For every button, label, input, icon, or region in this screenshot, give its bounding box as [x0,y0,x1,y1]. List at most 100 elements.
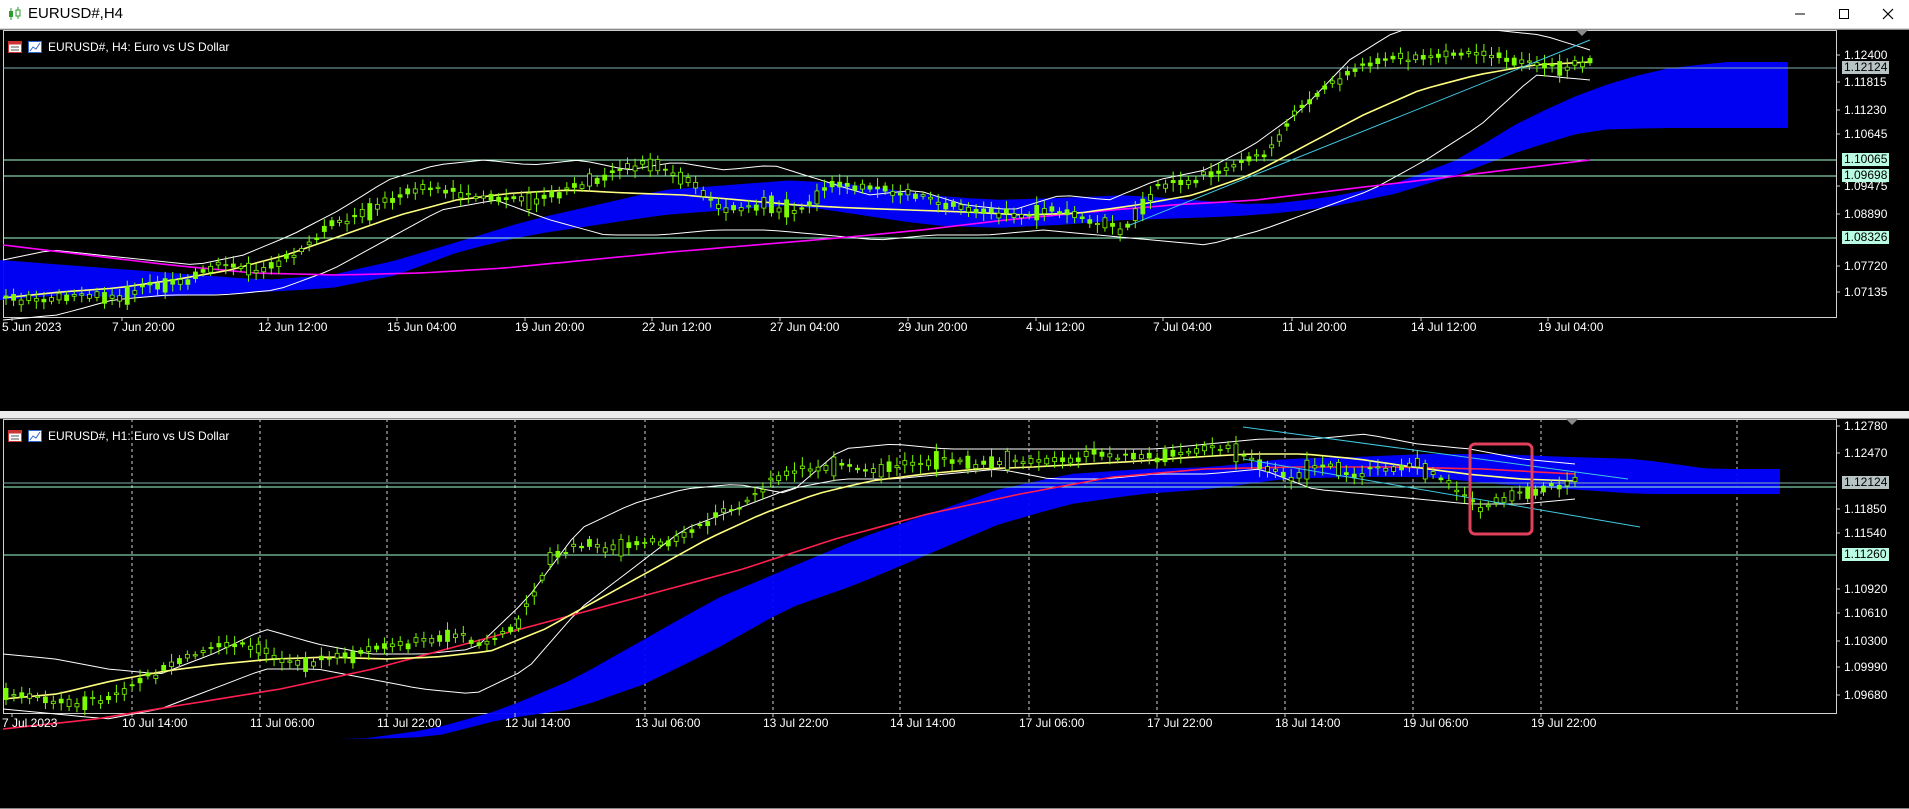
candle-body [1254,154,1259,157]
candle-body [413,637,419,643]
candle-body [82,696,88,711]
candle-body [1162,449,1168,463]
candle-body [1375,58,1381,64]
candle-body [94,291,100,298]
time-tick-label: 4 Jul 12:00 [1026,320,1085,334]
candle-body [875,186,880,190]
candle-body [705,521,711,527]
candle-body [933,451,939,470]
candle-body [1414,457,1420,468]
candle-body [350,651,356,664]
candle-body [352,214,358,218]
candle-body [1533,488,1538,496]
candle-body [90,696,96,700]
close-button[interactable] [1866,0,1909,28]
candle-body [852,185,858,191]
candle-body [753,204,759,211]
candle-body [1079,216,1085,220]
candle-body [1155,183,1161,187]
candle-body [965,455,971,469]
candle-body [161,664,167,671]
candle-body [437,635,443,642]
candle-body [129,684,135,687]
candle-body [1312,465,1318,469]
candle-body [113,692,119,695]
candle-body [564,187,570,190]
candle-body [443,189,448,194]
candle-body [170,279,176,285]
candle-body [1269,144,1275,149]
candle-body [957,459,963,463]
chart-canvas-h1[interactable] [0,419,1909,808]
candle-body [216,643,222,648]
candle-body [261,267,267,273]
candle-body [263,647,269,655]
candle-body [981,460,987,465]
candle-body [1422,463,1428,480]
candle-body [1314,93,1320,97]
candle-body [185,279,191,285]
candle-body [1052,457,1058,462]
candle-body [230,263,236,268]
price-tick-label: 1.07720 [1844,259,1888,273]
candle-body [1041,208,1047,214]
candle-body [1064,209,1070,216]
candle-body [910,461,916,466]
candle-body [784,470,789,476]
maximize-button[interactable] [1822,0,1866,28]
candle-body [670,172,676,176]
candle-body [736,507,742,510]
time-tick-label: 12 Jun 12:00 [258,320,328,334]
candle-body [102,292,107,304]
candle-body [390,198,395,203]
candle-body [1067,457,1073,464]
time-tick-label: 15 Jun 04:00 [387,320,457,334]
candle-body [1034,204,1040,221]
candle-body [563,552,569,554]
candle-body [776,207,782,213]
pane-header-h1: EURUSD#, H1: Euro vs US Dollar [8,429,229,443]
candle-body [1436,53,1441,58]
candle-body [1292,110,1297,116]
price-tag: 1.12124 [1842,60,1890,74]
candle-body [421,638,427,642]
candle-body [579,184,585,189]
time-tick-label: 17 Jul 06:00 [1019,716,1085,730]
chart-canvas-h4[interactable] [0,30,1909,412]
candle-body [3,687,9,700]
candle-body [860,183,865,190]
minimize-button[interactable] [1778,0,1822,28]
candle-body [1549,63,1555,67]
candle-body [488,193,494,201]
candle-body [902,460,908,466]
candle-body [776,475,782,482]
price-tick-label: 1.10920 [1844,582,1888,596]
candle-body [867,185,873,190]
candle-body [928,196,934,200]
candle-body [1284,123,1290,127]
candle-body [412,188,418,194]
candle-body [284,254,289,259]
chart-pane-h1[interactable]: EURUSD#, H1: Euro vs US Dollar 1.12780 1.… [0,418,1909,809]
candle-body [1012,459,1018,463]
candle-body [484,640,490,645]
candle-body [405,188,411,195]
candle-body [240,642,245,645]
candle-body [996,212,1002,219]
candle-body [768,477,774,481]
candle-body [1481,50,1487,56]
candle-body [3,295,9,299]
candle-body [609,170,615,174]
candle-body [943,202,949,210]
candle-body [1115,457,1121,460]
pane-separator[interactable] [0,411,1909,418]
candle-body [1420,55,1426,60]
candle-body [224,642,230,648]
candle-body [814,190,820,205]
symbol-description: EURUSD#, H1: Euro vs US Dollar [48,429,230,443]
candle-body [626,542,632,548]
candle-body [1028,458,1034,464]
candle-body [1407,462,1412,468]
candle-body [602,174,608,181]
chart-pane-h4[interactable]: EURUSD#, H4: Euro vs US Dollar 1.12400 1.… [0,29,1909,413]
